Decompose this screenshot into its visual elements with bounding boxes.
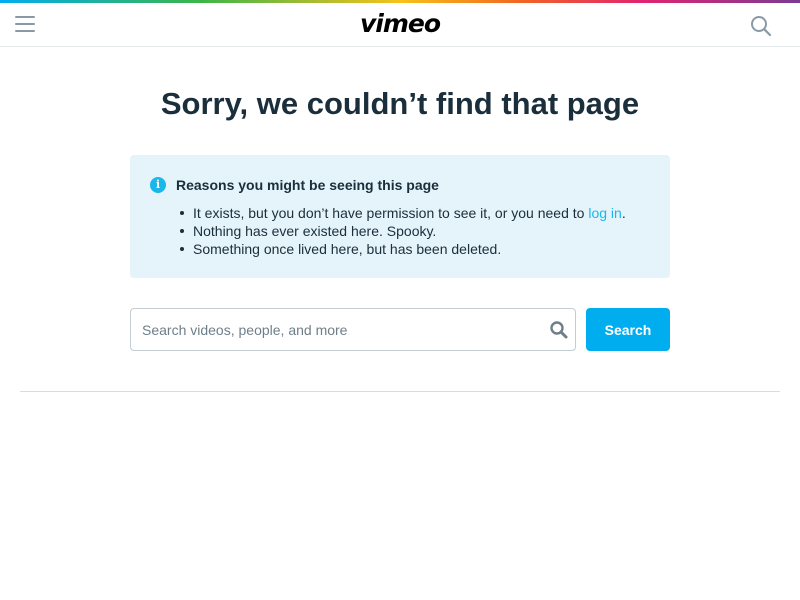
- reason-text: Nothing has ever existed here. Spooky.: [193, 223, 437, 239]
- page-title: Sorry, we couldn’t find that page: [160, 86, 640, 121]
- reason-text: It exists, but you don’t have permission…: [193, 205, 589, 221]
- reason-item: Nothing has ever existed here. Spooky.: [176, 222, 626, 240]
- search-field: [130, 308, 576, 351]
- vimeo-logo[interactable]: vimeo: [358, 6, 442, 42]
- search-button[interactable]: Search: [586, 308, 670, 351]
- magnifier-icon[interactable]: [549, 320, 569, 340]
- logo-text: vimeo: [360, 9, 441, 38]
- hamburger-menu-icon[interactable]: [15, 16, 35, 34]
- search-input[interactable]: [142, 309, 542, 350]
- log-in-link[interactable]: log in: [588, 205, 621, 221]
- reason-item: It exists, but you don’t have permission…: [176, 204, 626, 222]
- reason-text: Something once lived here, but has been …: [193, 241, 502, 257]
- reasons-list: It exists, but you don’t have permission…: [176, 204, 626, 258]
- site-header: vimeo: [0, 3, 800, 47]
- info-heading: Reasons you might be seeing this page: [176, 177, 439, 193]
- search-icon[interactable]: [750, 15, 772, 37]
- reason-suffix: .: [621, 205, 626, 221]
- info-icon: i: [150, 177, 166, 193]
- divider: [20, 391, 780, 392]
- info-box: i Reasons you might be seeing this page …: [130, 155, 670, 278]
- reason-item: Something once lived here, but has been …: [176, 240, 626, 258]
